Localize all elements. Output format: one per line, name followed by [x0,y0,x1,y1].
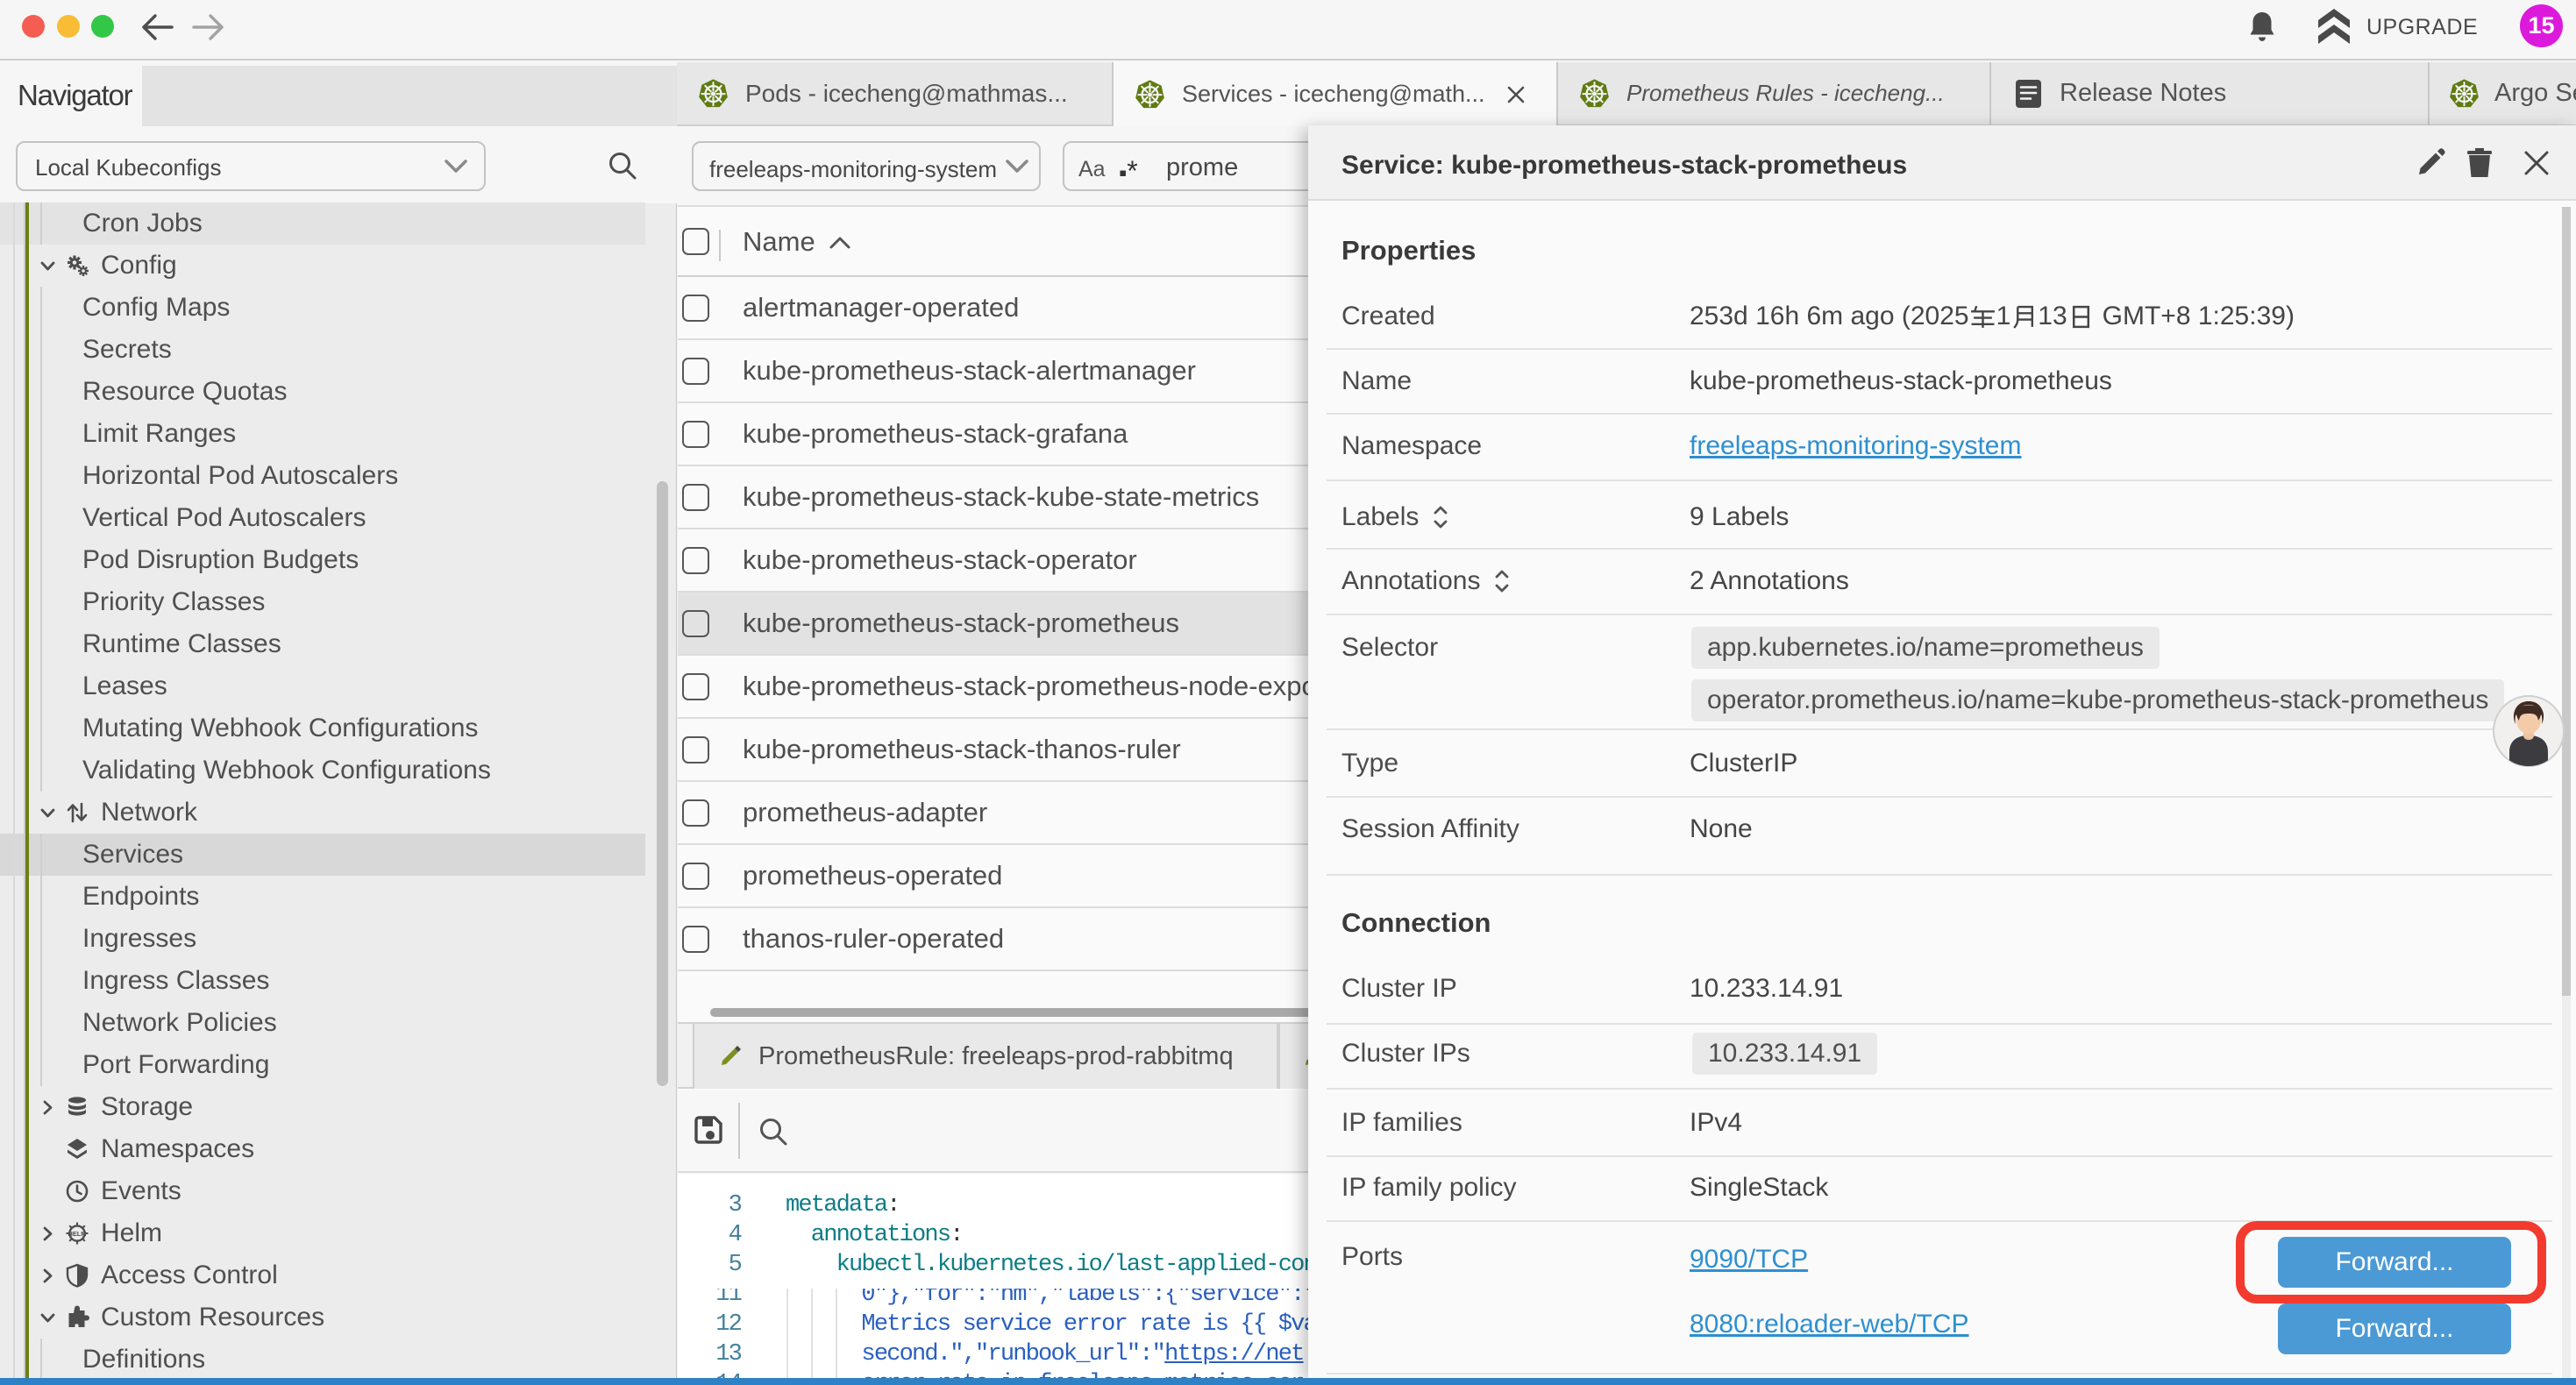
svg-text:HELM: HELM [68,1230,87,1238]
